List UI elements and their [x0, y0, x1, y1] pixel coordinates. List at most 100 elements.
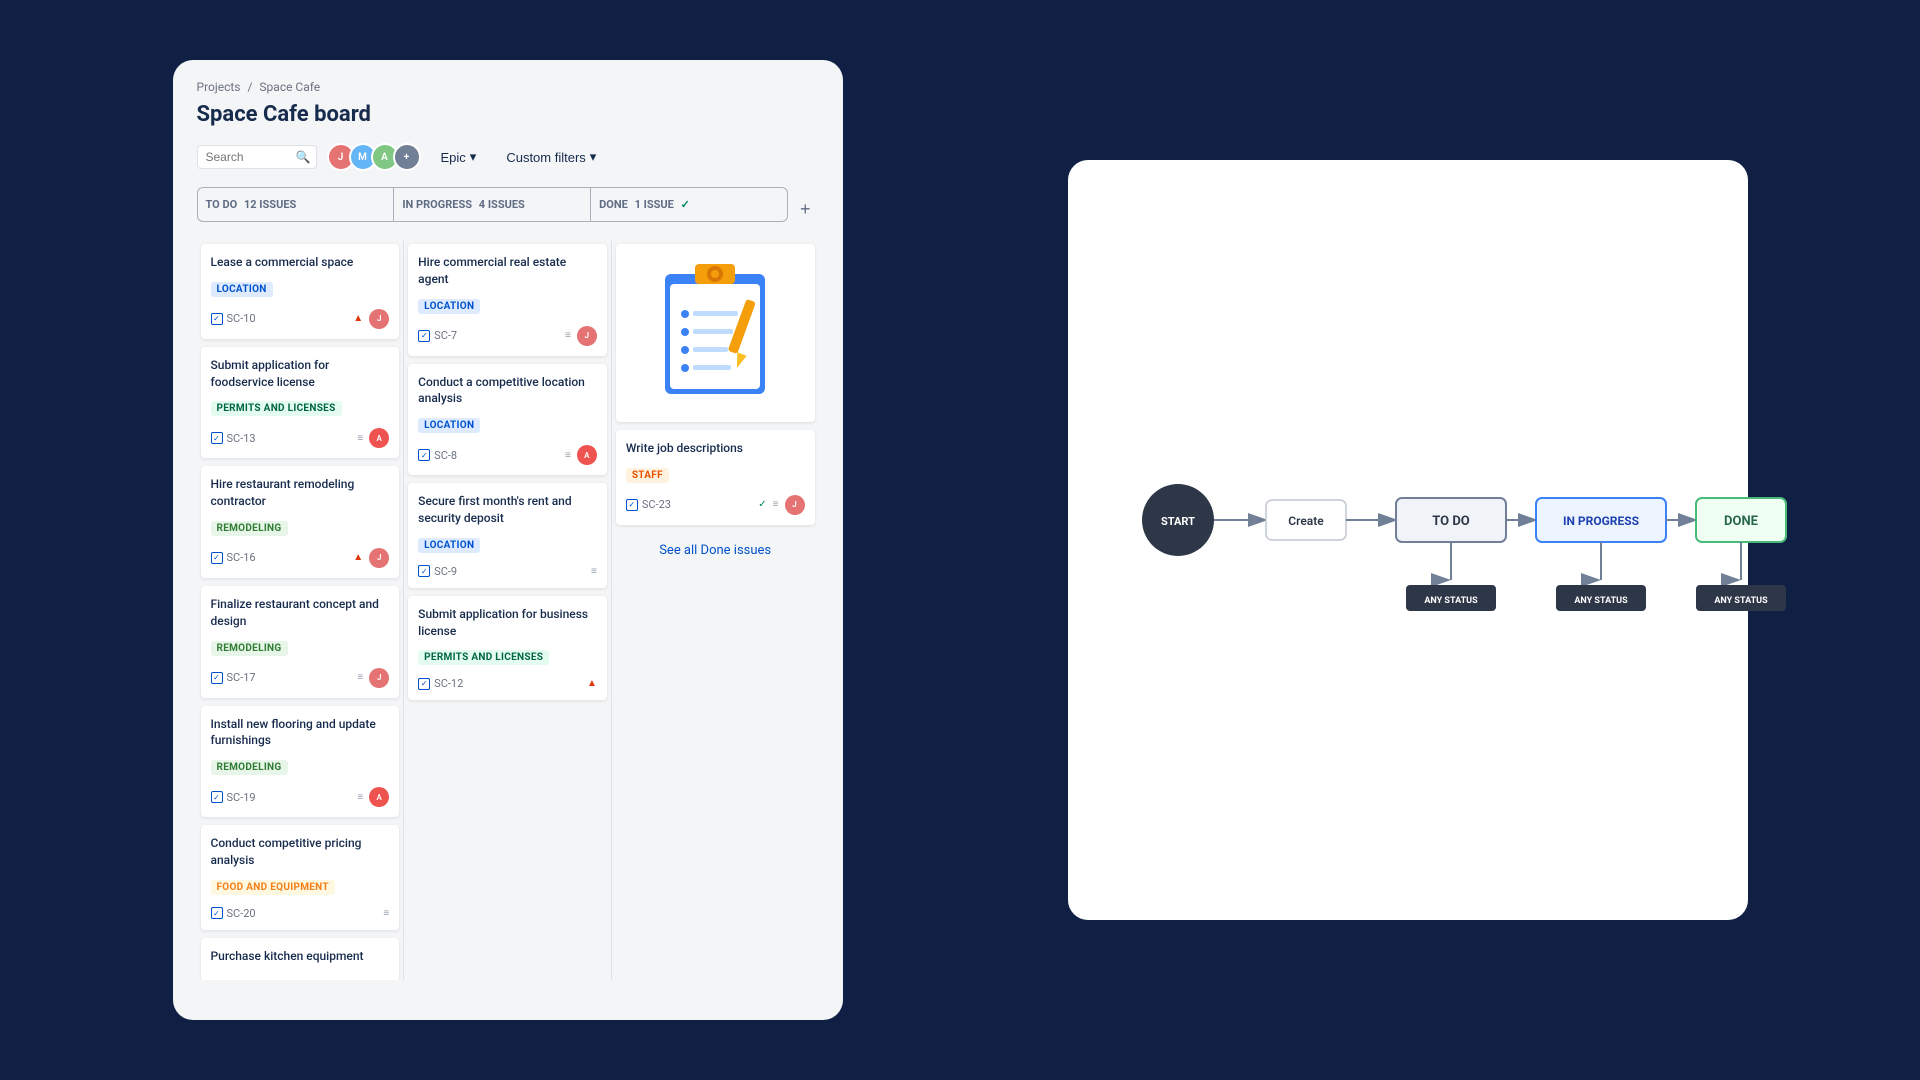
card-meta: ≡ A [357, 428, 389, 448]
card-title: Secure first month's rent and security d… [418, 493, 597, 527]
card-id: SC-19 [211, 791, 256, 804]
checkbox-icon [418, 678, 430, 690]
card-meta: ≡ [591, 566, 597, 577]
priority-icon: ≡ [591, 566, 597, 577]
inprogress-column-header: IN PROGRESS 4 ISSUES [393, 188, 590, 221]
card-title: Submit application for foodservice licen… [211, 357, 390, 391]
checkbox-icon [211, 313, 223, 325]
custom-filter-chevron-icon: ▾ [590, 149, 597, 165]
board-title: Space Cafe board [197, 102, 819, 127]
card-id: SC-12 [418, 677, 463, 690]
priority-icon: ≡ [357, 433, 363, 444]
search-box[interactable]: 🔍 [197, 145, 317, 169]
inprogress-card-sc7[interactable]: Hire commercial real estate agent LOCATI… [408, 244, 607, 356]
breadcrumb-projects[interactable]: Projects [197, 80, 241, 94]
svg-text:ANY STATUS: ANY STATUS [1574, 596, 1628, 606]
card-meta: ≡ J [565, 326, 597, 346]
priority-icon: ▲ [587, 678, 597, 689]
card-tag: REMODELING [211, 521, 288, 536]
card-tag: PERMITS AND LICENSES [211, 401, 342, 416]
breadcrumb-space-cafe[interactable]: Space Cafe [259, 80, 320, 94]
card-meta: ≡ A [565, 445, 597, 465]
checkbox-icon [211, 907, 223, 919]
card-avatar: J [369, 668, 389, 688]
epic-filter-button[interactable]: Epic ▾ [431, 144, 487, 170]
done-column-header: DONE 1 ISSUE ✓ [590, 188, 787, 221]
clipboard-svg [655, 254, 775, 404]
svg-text:TO DO: TO DO [1432, 514, 1470, 529]
card-title: Hire restaurant remodeling contractor [211, 476, 390, 510]
card-avatar: A [369, 787, 389, 807]
priority-icon: ▲ [353, 552, 363, 563]
column-headers: TO DO 12 ISSUES IN PROGRESS 4 ISSUES DON… [197, 187, 788, 222]
todo-column-body: Lease a commercial space LOCATION SC-10 … [197, 240, 404, 980]
card-tag: LOCATION [418, 299, 480, 314]
card-footer: SC-9 ≡ [418, 565, 597, 578]
add-column-button[interactable]: + [792, 195, 819, 224]
card-meta: ▲ [587, 678, 597, 689]
checkbox-icon [211, 672, 223, 684]
card-footer: SC-8 ≡ A [418, 445, 597, 465]
custom-filter-button[interactable]: Custom filters ▾ [496, 144, 606, 170]
svg-text:DONE: DONE [1724, 514, 1759, 529]
checkbox-icon [211, 552, 223, 564]
card-avatar: J [369, 548, 389, 568]
avatar-4[interactable]: + [393, 143, 421, 171]
card-id: SC-23 [626, 498, 671, 511]
card-id: SC-7 [418, 329, 457, 342]
card-title: Install new flooring and update furnishi… [211, 716, 390, 750]
inprogress-card-sc9[interactable]: Secure first month's rent and security d… [408, 483, 607, 588]
card-id: SC-17 [211, 671, 256, 684]
priority-icon: ≡ [565, 450, 571, 461]
priority-icon: ≡ [383, 908, 389, 919]
card-title: Finalize restaurant concept and design [211, 596, 390, 630]
card-footer: SC-13 ≡ A [211, 428, 390, 448]
card-footer: SC-10 ▲ J [211, 309, 390, 329]
done-card-sc23[interactable]: Write job descriptions STAFF SC-23 ✓ ≡ J [616, 430, 815, 525]
right-panel: START Create TO DO IN PROGRESS DONE [1068, 160, 1748, 920]
card-title: Conduct a competitive location analysis [418, 374, 597, 408]
card-meta: ▲ J [353, 548, 389, 568]
card-avatar: J [577, 326, 597, 346]
inprogress-card-sc8[interactable]: Conduct a competitive location analysis … [408, 364, 607, 476]
search-icon: 🔍 [296, 150, 311, 164]
checkbox-icon [418, 449, 430, 461]
card-footer: SC-23 ✓ ≡ J [626, 495, 805, 515]
card-meta: ≡ [383, 908, 389, 919]
todo-card-sc10[interactable]: Lease a commercial space LOCATION SC-10 … [201, 244, 400, 339]
card-id: SC-9 [418, 565, 457, 578]
card-avatar: A [577, 445, 597, 465]
card-id: SC-13 [211, 432, 256, 445]
breadcrumb: Projects / Space Cafe [197, 80, 819, 94]
todo-card-purchase[interactable]: Purchase kitchen equipment [201, 938, 400, 980]
priority-icon: ≡ [773, 499, 779, 510]
card-title: Conduct competitive pricing analysis [211, 835, 390, 869]
card-footer: SC-20 ≡ [211, 907, 390, 920]
card-footer: SC-19 ≡ A [211, 787, 390, 807]
workflow-diagram: START Create TO DO IN PROGRESS DONE [1118, 390, 1698, 690]
checkbox-icon [211, 791, 223, 803]
card-id: SC-20 [211, 907, 256, 920]
done-card-illustration [616, 244, 815, 422]
todo-card-sc20[interactable]: Conduct competitive pricing analysis FOO… [201, 825, 400, 930]
columns-body: Lease a commercial space LOCATION SC-10 … [197, 240, 819, 980]
card-avatar: J [369, 309, 389, 329]
svg-text:START: START [1161, 515, 1195, 528]
card-title: Write job descriptions [626, 440, 805, 457]
done-check: ✓ [758, 499, 766, 510]
priority-icon: ▲ [353, 313, 363, 324]
search-input[interactable] [206, 150, 296, 164]
svg-text:IN PROGRESS: IN PROGRESS [1562, 514, 1638, 528]
inprogress-card-sc12[interactable]: Submit application for business license … [408, 596, 607, 701]
epic-chevron-icon: ▾ [470, 149, 477, 165]
card-avatar: A [369, 428, 389, 448]
svg-text:ANY STATUS: ANY STATUS [1424, 596, 1478, 606]
card-title: Purchase kitchen equipment [211, 948, 390, 965]
priority-icon: ≡ [357, 792, 363, 803]
see-all-done-button[interactable]: See all Done issues [616, 533, 815, 568]
todo-card-sc17[interactable]: Finalize restaurant concept and design R… [201, 586, 400, 698]
todo-card-sc13[interactable]: Submit application for foodservice licen… [201, 347, 400, 459]
card-meta: ≡ A [357, 787, 389, 807]
todo-card-sc16[interactable]: Hire restaurant remodeling contractor RE… [201, 466, 400, 578]
todo-card-sc19[interactable]: Install new flooring and update furnishi… [201, 706, 400, 818]
